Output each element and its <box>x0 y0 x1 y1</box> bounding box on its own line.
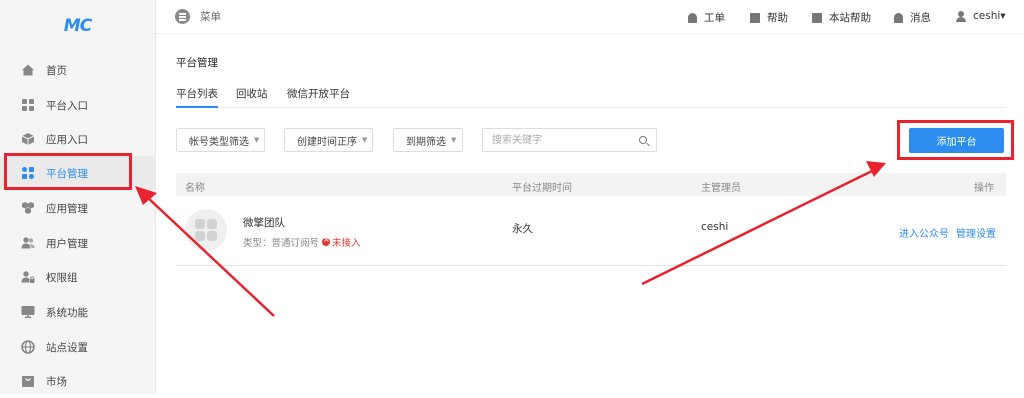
arrow-head-add-button <box>866 161 886 177</box>
arrow-line-add-button <box>641 169 873 286</box>
annotation-arrows <box>135 161 886 317</box>
arrow-line-sidebar <box>145 195 275 317</box>
